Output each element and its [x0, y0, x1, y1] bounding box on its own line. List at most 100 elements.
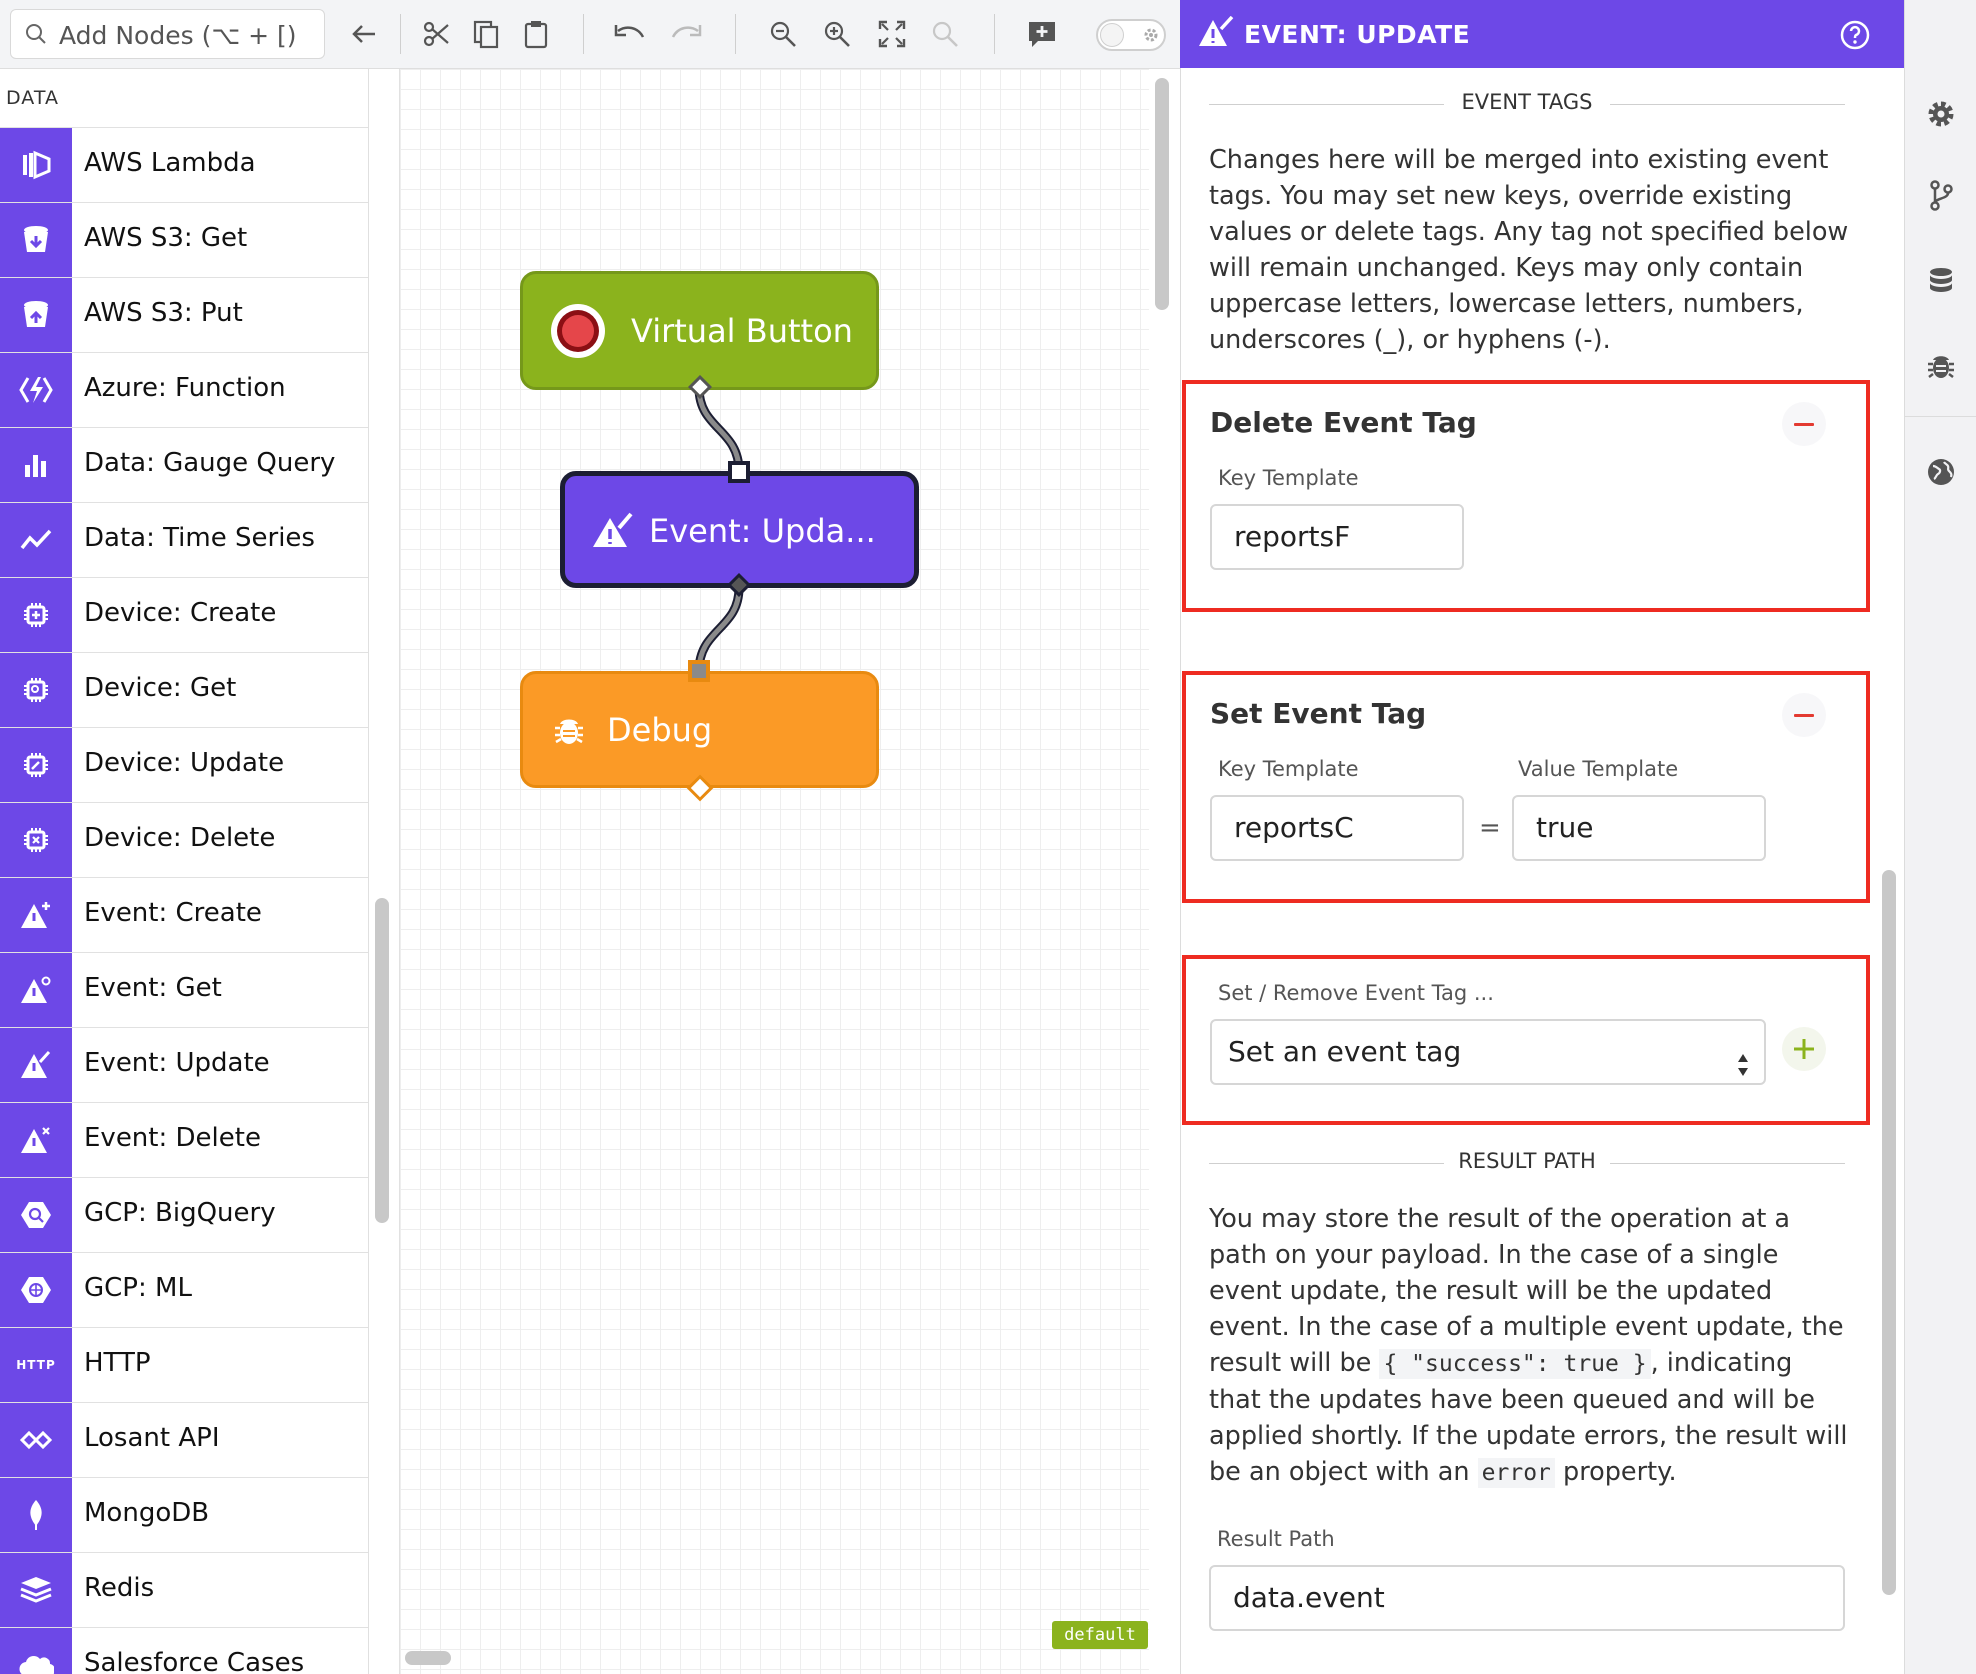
- warning-search-icon: [0, 953, 72, 1027]
- node-event-update[interactable]: Event: Upda...: [560, 471, 919, 588]
- fit-to-screen-icon[interactable]: [876, 18, 908, 50]
- palette-item-aws-s3-put[interactable]: AWS S3: Put: [0, 278, 368, 353]
- panel-header: EVENT: UPDATE: [1180, 0, 1904, 68]
- palette-item-label: GCP: ML: [84, 1273, 192, 1303]
- node-palette: DATA AWS Lambda AWS S3: Get AWS S3: Put …: [0, 69, 368, 1674]
- node-virtual-button[interactable]: Virtual Button: [520, 271, 879, 390]
- warning-plus-icon: [0, 878, 72, 952]
- palette-item-device-get[interactable]: Device: Get: [0, 653, 368, 728]
- zoom-in-icon[interactable]: [821, 18, 853, 50]
- palette-item-event-update[interactable]: Event: Update: [0, 1028, 368, 1103]
- palette-item-label: GCP: BigQuery: [84, 1198, 276, 1228]
- equals-sign: =: [1479, 813, 1501, 843]
- result-path-label: Result Path: [1217, 1527, 1335, 1551]
- palette-item-event-get[interactable]: Event: Get: [0, 953, 368, 1028]
- palette-item-gauge-query[interactable]: Data: Gauge Query: [0, 428, 368, 503]
- palette-item-gcp-bigquery[interactable]: GCP: BigQuery: [0, 1178, 368, 1253]
- add-nodes-search[interactable]: [10, 9, 325, 59]
- palette-item-time-series[interactable]: Data: Time Series: [0, 503, 368, 578]
- branch-icon[interactable]: [1921, 176, 1961, 216]
- panel-scrollbar[interactable]: [1882, 870, 1896, 1595]
- gear-icon[interactable]: [1921, 94, 1961, 134]
- palette-item-redis[interactable]: Redis: [0, 1553, 368, 1628]
- palette-item-label: AWS S3: Get: [84, 223, 248, 253]
- remove-delete-tag-button[interactable]: [1782, 402, 1826, 446]
- azure-function-icon: [0, 353, 72, 427]
- chip-icon: [0, 728, 72, 802]
- zoom-reset-icon[interactable]: [929, 18, 961, 50]
- input-port[interactable]: [687, 659, 711, 683]
- copy-icon[interactable]: [470, 18, 502, 50]
- mongodb-leaf-icon: [0, 1478, 72, 1552]
- warning-edit-icon: [0, 1028, 72, 1102]
- palette-item-device-update[interactable]: Device: Update: [0, 728, 368, 803]
- key-template-label: Key Template: [1218, 466, 1359, 490]
- canvas-horizontal-scrollbar[interactable]: [405, 1651, 451, 1665]
- add-tag-button[interactable]: [1782, 1027, 1826, 1071]
- canvas-vertical-scrollbar[interactable]: [1155, 78, 1169, 310]
- search-input[interactable]: [57, 18, 316, 52]
- palette-item-aws-lambda[interactable]: AWS Lambda: [0, 128, 368, 203]
- palette-item-device-create[interactable]: Device: Create: [0, 578, 368, 653]
- chip-icon: [0, 803, 72, 877]
- remove-set-tag-button[interactable]: [1782, 693, 1826, 737]
- cut-icon[interactable]: [420, 18, 452, 50]
- paste-icon[interactable]: [520, 18, 552, 50]
- palette-item-label: Azure: Function: [84, 373, 286, 403]
- zoom-out-icon[interactable]: [767, 18, 799, 50]
- palette-item-gcp-ml[interactable]: GCP: ML: [0, 1253, 368, 1328]
- s3-get-icon: [0, 203, 72, 277]
- redo-icon[interactable]: [670, 18, 702, 50]
- toolbar: [0, 0, 1180, 69]
- palette-scrollbar[interactable]: [375, 898, 389, 1223]
- palette-item-losant-api[interactable]: Losant API: [0, 1403, 368, 1478]
- http-icon-text: HTTP: [16, 1358, 56, 1372]
- set-value-template-input[interactable]: true: [1512, 795, 1766, 861]
- palette-item-device-delete[interactable]: Device: Delete: [0, 803, 368, 878]
- undo-icon[interactable]: [614, 18, 646, 50]
- node-label: Virtual Button: [631, 312, 853, 350]
- bug-icon[interactable]: [1921, 346, 1961, 386]
- palette-item-http[interactable]: HTTP HTTP: [0, 1328, 368, 1403]
- palette-item-label: Event: Create: [84, 898, 262, 928]
- database-icon[interactable]: [1921, 262, 1961, 302]
- warning-x-icon: [0, 1103, 72, 1177]
- palette-item-label: Event: Get: [84, 973, 222, 1003]
- output-port[interactable]: [726, 572, 752, 598]
- key-template-label: Key Template: [1218, 757, 1359, 781]
- palette-item-event-delete[interactable]: Event: Delete: [0, 1103, 368, 1178]
- delete-key-template-input[interactable]: reportsF: [1210, 504, 1464, 570]
- input-port[interactable]: [727, 460, 751, 484]
- chip-icon: [0, 578, 72, 652]
- tag-action-select[interactable]: Set an event tag: [1210, 1019, 1766, 1085]
- palette-item-label: Data: Time Series: [84, 523, 315, 553]
- node-debug[interactable]: Debug: [520, 671, 879, 788]
- debug-toggle-switch[interactable]: [1096, 19, 1166, 51]
- output-port[interactable]: [685, 773, 715, 803]
- collapse-arrow-icon[interactable]: [348, 18, 380, 50]
- globe-icon[interactable]: [1921, 452, 1961, 492]
- palette-item-label: MongoDB: [84, 1498, 210, 1528]
- gear-icon: [1142, 26, 1160, 48]
- gcp-ml-icon: [0, 1253, 72, 1327]
- result-path-input[interactable]: data.event: [1209, 1565, 1845, 1631]
- output-port[interactable]: [688, 375, 712, 399]
- workflow-canvas[interactable]: Virtual Button Event: Upda... Debug: [399, 69, 1149, 1674]
- bar-chart-icon: [0, 428, 72, 502]
- tag-action-selected-value: Set an event tag: [1228, 1035, 1462, 1068]
- redis-stack-icon: [0, 1553, 72, 1627]
- palette-item-salesforce-cases[interactable]: Salesforce Cases: [0, 1628, 368, 1674]
- palette-item-event-create[interactable]: Event: Create: [0, 878, 368, 953]
- add-comment-icon[interactable]: [1026, 18, 1058, 50]
- palette-item-label: Device: Get: [84, 673, 237, 703]
- palette-item-label: AWS S3: Put: [84, 298, 243, 328]
- help-icon[interactable]: [1840, 20, 1870, 54]
- palette-item-azure-function[interactable]: Azure: Function: [0, 353, 368, 428]
- warning-edit-icon: [591, 512, 635, 558]
- chip-icon: [0, 653, 72, 727]
- palette-item-label: Event: Delete: [84, 1123, 261, 1153]
- palette-item-aws-s3-get[interactable]: AWS S3: Get: [0, 203, 368, 278]
- palette-item-mongodb[interactable]: MongoDB: [0, 1478, 368, 1553]
- set-key-template-input[interactable]: reportsC: [1210, 795, 1464, 861]
- minus-icon: [1794, 422, 1814, 426]
